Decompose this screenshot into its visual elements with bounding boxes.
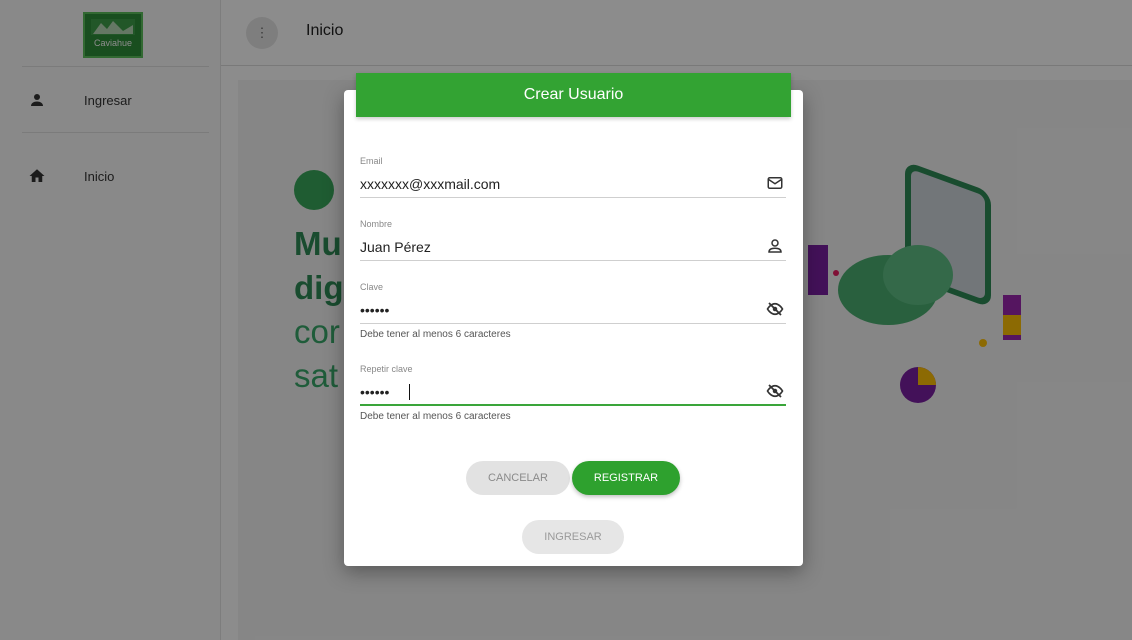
create-user-dialog: Crear Usuario Email Nombre Clave: [344, 73, 803, 566]
repetir-clave-hint: Debe tener al menos 6 caracteres: [360, 411, 511, 422]
cancel-button[interactable]: CANCELAR: [466, 461, 570, 495]
clave-input[interactable]: [360, 298, 740, 322]
nombre-label: Nombre: [360, 219, 393, 229]
user-outline-icon: [768, 239, 782, 253]
mail-icon: [767, 177, 783, 189]
eye-off-icon[interactable]: [766, 300, 784, 318]
dialog-title: Crear Usuario: [356, 73, 791, 117]
nombre-input[interactable]: [360, 235, 740, 259]
text-caret: [409, 384, 410, 400]
eye-off-icon[interactable]: [766, 382, 784, 400]
clave-field: Clave Debe tener al menos 6 caracteres: [360, 282, 786, 340]
email-input[interactable]: [360, 172, 740, 196]
repetir-clave-input[interactable]: [360, 380, 740, 404]
nombre-field: Nombre: [360, 219, 786, 261]
clave-label: Clave: [360, 282, 384, 292]
clave-hint: Debe tener al menos 6 caracteres: [360, 329, 511, 340]
email-label: Email: [360, 156, 383, 166]
repetir-clave-field: Repetir clave Debe tener al menos 6 cara…: [360, 364, 786, 422]
register-button[interactable]: REGISTRAR: [572, 461, 680, 495]
login-button[interactable]: INGRESAR: [522, 520, 624, 554]
repetir-clave-label: Repetir clave: [360, 364, 413, 374]
email-field: Email: [360, 156, 786, 198]
